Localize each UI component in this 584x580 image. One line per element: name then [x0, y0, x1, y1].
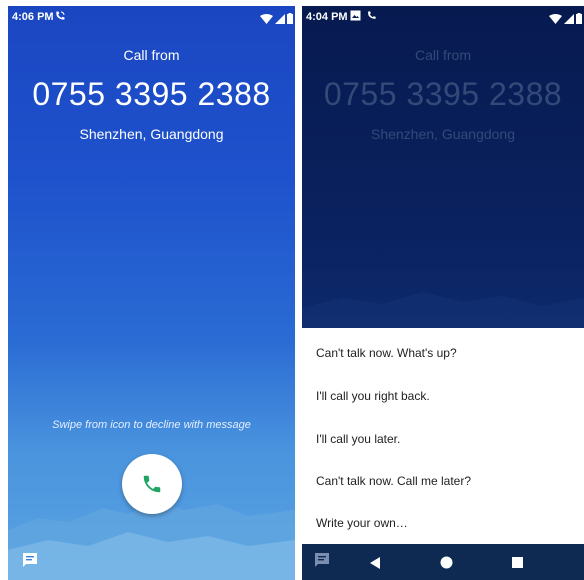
quick-reply-option[interactable]: I'll call you later. — [316, 432, 400, 446]
mountain-silhouette — [302, 292, 584, 328]
quick-reply-option[interactable]: Can't talk now. Call me later? — [316, 474, 471, 488]
message-icon — [23, 553, 37, 567]
answer-call-button[interactable] — [122, 454, 182, 514]
recents-icon[interactable] — [512, 557, 523, 568]
battery-icon — [287, 13, 293, 24]
status-icons — [549, 12, 582, 24]
quick-reply-option[interactable]: I'll call you right back. — [316, 389, 430, 403]
status-time: 4:04 PM — [306, 11, 348, 23]
call-from-label: Call from — [414, 47, 471, 63]
back-icon[interactable] — [369, 557, 381, 569]
decline-hint: Swipe from icon to decline with message — [52, 419, 251, 431]
status-bar: 4:04 PM — [302, 6, 584, 30]
navigation-bar — [302, 544, 584, 580]
dimmed-call-background: 4:04 PM Call from 0755 3395 2388 Shenzhe… — [302, 6, 584, 328]
message-icon[interactable] — [314, 552, 330, 568]
call-status-icon — [54, 10, 66, 25]
caller-location: Shenzhen, Guangdong — [79, 126, 224, 142]
caller-location: Shenzhen, Guangdong — [370, 126, 515, 142]
caller-number: 0755 3395 2388 — [323, 76, 563, 112]
phone-icon — [143, 475, 161, 493]
status-icons — [260, 12, 293, 24]
home-icon[interactable] — [440, 556, 453, 569]
quick-reply-option[interactable]: Can't talk now. What's up? — [316, 346, 457, 360]
status-time: 4:06 PM — [12, 11, 54, 23]
caller-number: 0755 3395 2388 — [32, 76, 271, 112]
call-from-label: Call from — [123, 47, 180, 63]
quick-reply-screen: 4:04 PM Call from 0755 3395 2388 Shenzhe… — [302, 6, 584, 580]
battery-icon — [576, 13, 582, 24]
wifi-icon — [260, 14, 273, 24]
write-your-own-option[interactable]: Write your own… — [316, 516, 408, 530]
message-button[interactable] — [22, 552, 38, 573]
status-bar: 4:06 PM — [8, 6, 295, 30]
phone-status-icon — [366, 10, 377, 24]
incoming-call-screen: 4:06 PM Call from 0755 3395 2388 Shenzhe… — [8, 6, 295, 580]
wifi-icon — [549, 14, 562, 24]
signal-icon — [564, 14, 574, 24]
image-notification-icon — [350, 10, 361, 24]
signal-icon — [275, 14, 285, 24]
